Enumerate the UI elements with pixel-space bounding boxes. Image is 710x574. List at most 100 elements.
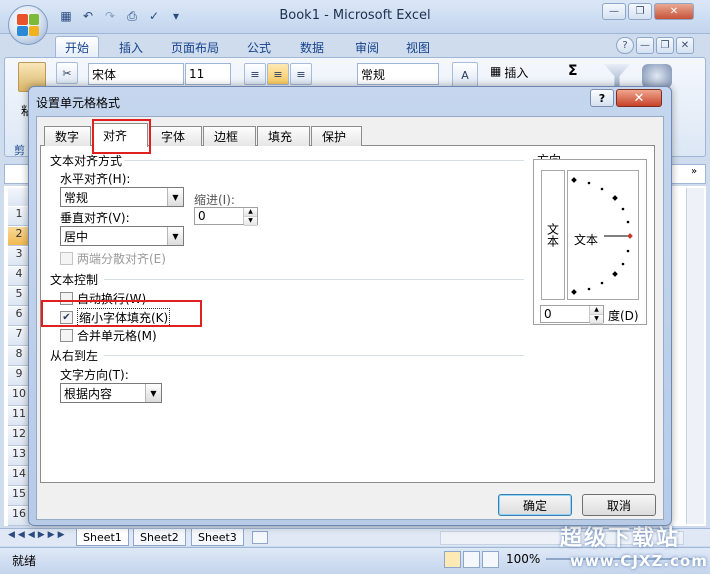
- row-header[interactable]: 10: [8, 387, 30, 406]
- text-direction-label: 文字方向(T):: [60, 368, 129, 382]
- workbook-controls: ? — ❐ ✕: [616, 37, 694, 55]
- checkbox-box: [60, 252, 73, 265]
- row-header[interactable]: 13: [8, 447, 30, 466]
- watermark-url: www.CJXZ.com: [570, 552, 708, 570]
- divider-rtl: [104, 355, 524, 356]
- vertical-scrollbar[interactable]: [686, 188, 704, 524]
- tab-fill[interactable]: 填充: [257, 126, 310, 146]
- vertical-align-label: 垂直对齐(V):: [60, 211, 130, 225]
- tab-formulas[interactable]: 公式: [238, 36, 280, 58]
- tab-review[interactable]: 审阅: [346, 36, 388, 58]
- tab-insert[interactable]: 插入: [110, 36, 152, 58]
- insert-cells-label: 插入: [504, 66, 529, 80]
- row-header[interactable]: 8: [8, 347, 30, 366]
- status-ready: 就绪: [12, 554, 37, 568]
- indent-label: 缩进(I):: [194, 193, 235, 207]
- chevron-down-icon: ▼: [145, 384, 161, 402]
- spin-up-icon[interactable]: ▲: [244, 208, 257, 217]
- row-header[interactable]: 12: [8, 427, 30, 446]
- row-header[interactable]: 9: [8, 367, 30, 386]
- dialog-close-button[interactable]: ✕: [616, 89, 662, 107]
- row-header[interactable]: 2: [8, 227, 30, 246]
- minimize-icon[interactable]: —: [602, 3, 626, 20]
- degrees-label: 度(D): [608, 309, 639, 323]
- normal-view-icon[interactable]: [444, 551, 461, 568]
- row-header[interactable]: 11: [8, 407, 30, 426]
- window-controls: — ❐ ✕: [602, 3, 694, 21]
- row-header[interactable]: 15: [8, 487, 30, 506]
- spin-up-icon[interactable]: ▲: [590, 306, 603, 315]
- tab-number[interactable]: 数字: [44, 126, 91, 146]
- justify-distributed-checkbox[interactable]: 两端分散对齐(E): [60, 250, 166, 267]
- tab-font[interactable]: 字体: [150, 126, 202, 146]
- indent-spinner[interactable]: 0 ▲ ▼: [194, 207, 258, 226]
- spin-down-icon[interactable]: ▼: [590, 315, 603, 324]
- font-size-value: 11: [189, 67, 205, 81]
- align-bottom-icon[interactable]: ≡: [290, 63, 312, 85]
- dialog-help-button[interactable]: ?: [590, 89, 614, 107]
- font-name-box[interactable]: 宋体: [88, 63, 184, 85]
- styles-icon[interactable]: A: [452, 62, 478, 88]
- office-button[interactable]: [8, 5, 48, 45]
- insert-cells-button[interactable]: ▦ 插入: [490, 64, 528, 81]
- cut-icon[interactable]: ✂: [56, 62, 78, 84]
- tab-view[interactable]: 视图: [397, 36, 439, 58]
- sheet-nav-icons[interactable]: ◀◀◀▶▶▶: [8, 530, 68, 540]
- align-top-icon[interactable]: ≡: [244, 63, 266, 85]
- autosum-icon[interactable]: Σ: [568, 63, 578, 79]
- find-icon[interactable]: [642, 64, 672, 88]
- degrees-value: 0: [544, 307, 552, 321]
- tab-border[interactable]: 边框: [203, 126, 256, 146]
- restore-workbook-icon[interactable]: ❐: [656, 37, 674, 54]
- merge-cells-checkbox[interactable]: 合并单元格(M): [60, 327, 157, 344]
- spin-down-icon[interactable]: ▼: [244, 217, 257, 226]
- office-logo-icon: [17, 14, 39, 36]
- row-header[interactable]: 6: [8, 307, 30, 326]
- sheet-tab-1[interactable]: Sheet1: [76, 529, 129, 546]
- row-header[interactable]: 7: [8, 327, 30, 346]
- text-direction-select[interactable]: 根据内容 ▼: [60, 383, 162, 403]
- row-header[interactable]: 3: [8, 247, 30, 266]
- horizontal-align-select[interactable]: 常规 ▼: [60, 187, 184, 207]
- restore-icon[interactable]: ❐: [628, 3, 652, 20]
- text-direction-value: 根据内容: [64, 386, 113, 401]
- select-all-corner[interactable]: [8, 188, 30, 206]
- shrink-to-fit-highlight: [41, 300, 202, 327]
- page-break-view-icon[interactable]: [482, 551, 499, 568]
- number-format-box[interactable]: 常规: [357, 63, 439, 85]
- horizontal-align-value: 常规: [64, 190, 89, 205]
- cancel-button[interactable]: 取消: [582, 494, 656, 516]
- row-header[interactable]: 1: [8, 207, 30, 226]
- degrees-spinner[interactable]: 0 ▲ ▼: [540, 305, 604, 324]
- tab-home[interactable]: 开始: [55, 36, 100, 58]
- tab-data[interactable]: 数据: [291, 36, 333, 58]
- tab-page-layout[interactable]: 页面布局: [162, 36, 228, 58]
- divider-alignment: [124, 160, 524, 161]
- dialog-title: 设置单元格格式: [36, 96, 121, 110]
- sheet-tab-3[interactable]: Sheet3: [191, 529, 244, 546]
- page-layout-view-icon[interactable]: [463, 551, 480, 568]
- minimize-workbook-icon[interactable]: —: [636, 37, 654, 54]
- divider-control: [104, 279, 524, 280]
- help-icon[interactable]: ?: [616, 37, 634, 54]
- clipboard-group-label: 剪: [14, 144, 25, 157]
- row-header[interactable]: 14: [8, 467, 30, 486]
- vertical-text-button[interactable]: 文本: [541, 170, 565, 300]
- view-buttons: [444, 551, 500, 569]
- insert-sheet-icon[interactable]: [252, 531, 268, 544]
- expand-formula-icon[interactable]: »: [686, 166, 702, 182]
- zoom-level: 100%: [506, 552, 541, 566]
- ok-button[interactable]: 确定: [498, 494, 572, 516]
- row-header[interactable]: 5: [8, 287, 30, 306]
- tab-protection[interactable]: 保护: [311, 126, 362, 146]
- horizontal-align-label: 水平对齐(H):: [60, 172, 131, 186]
- vertical-align-select[interactable]: 居中 ▼: [60, 226, 184, 246]
- row-header[interactable]: 4: [8, 267, 30, 286]
- close-window-icon[interactable]: ✕: [654, 3, 694, 20]
- dial-text: 文本: [574, 231, 599, 248]
- font-size-box[interactable]: 11: [185, 63, 231, 85]
- close-workbook-icon[interactable]: ✕: [676, 37, 694, 54]
- align-middle-icon[interactable]: ≡: [267, 63, 289, 85]
- sheet-tab-2[interactable]: Sheet2: [133, 529, 186, 546]
- row-header[interactable]: 16: [8, 507, 30, 526]
